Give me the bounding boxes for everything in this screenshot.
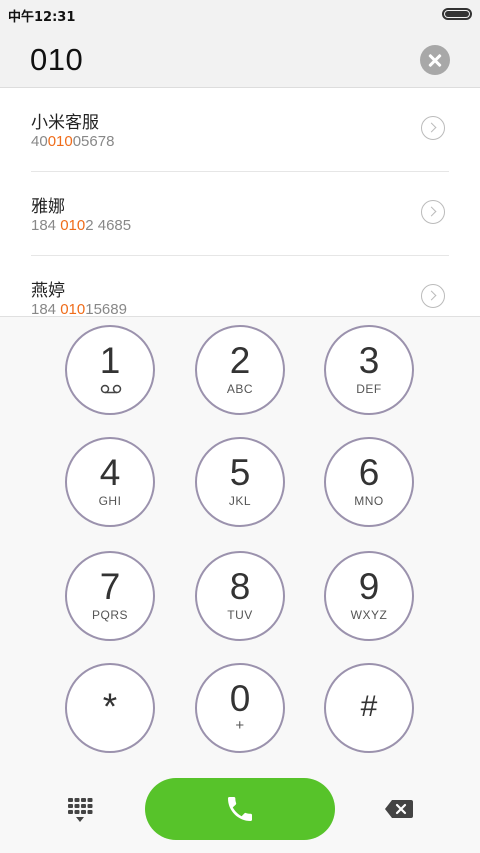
key-4[interactable]: 4 GHI <box>65 437 155 527</box>
key-letters: JKL <box>228 494 252 508</box>
match-highlight: 010 <box>60 301 86 316</box>
key-letters: WXYZ <box>350 608 388 622</box>
key-letters: DEF <box>356 382 382 396</box>
backspace-icon[interactable] <box>384 799 414 819</box>
dialed-number[interactable]: 010 <box>30 42 83 78</box>
contact-detail-chevron-icon[interactable] <box>421 116 445 140</box>
key-digit: 3 <box>358 340 380 381</box>
key-letters: PQRS <box>91 608 128 622</box>
key-letters: TUV <box>227 608 253 622</box>
key-8[interactable]: 8 TUV <box>195 551 285 641</box>
key-digit: 2 <box>229 340 251 381</box>
match-highlight: 010 <box>47 133 73 150</box>
contact-number: 184 0102 4685 <box>31 217 132 234</box>
key-letters: + <box>235 717 245 734</box>
phone-icon <box>228 797 252 821</box>
contact-detail-chevron-icon[interactable] <box>421 284 445 308</box>
key-0[interactable]: 0 + <box>195 663 285 753</box>
dial-input-bar: 010 <box>0 28 480 88</box>
contact-row[interactable]: 雅娜 184 0102 4685 <box>0 172 480 256</box>
clear-input-button[interactable] <box>420 45 450 75</box>
key-digit: 9 <box>358 566 380 607</box>
contact-name: 雅娜 <box>31 197 65 217</box>
key-letters: ABC <box>226 382 254 396</box>
match-highlight: 010 <box>60 217 86 234</box>
dialpad-icon[interactable] <box>66 796 94 824</box>
key-digit: 4 <box>99 452 121 493</box>
key-letters: MNO <box>354 494 384 508</box>
key-digit: 1 <box>99 340 121 381</box>
status-time: 中午12:31 <box>8 10 76 25</box>
contact-name: 燕婷 <box>31 281 65 301</box>
contact-name: 小米客服 <box>31 113 99 133</box>
contact-detail-chevron-icon[interactable] <box>421 200 445 224</box>
key-3[interactable]: 3 DEF <box>324 325 414 415</box>
key-digit: * <box>102 686 118 727</box>
contact-results-list: 小米客服 4001005678 雅娜 184 0102 4685 燕婷 184 … <box>0 88 480 316</box>
contact-number: 4001005678 <box>31 133 115 150</box>
key-2[interactable]: 2 ABC <box>195 325 285 415</box>
key-digit: 7 <box>99 566 121 607</box>
key-digit: 5 <box>229 452 251 493</box>
key-letters: GHI <box>98 494 122 508</box>
key-digit: 8 <box>229 566 251 607</box>
call-button[interactable] <box>145 778 335 840</box>
contact-row[interactable]: 燕婷 184 01015689 <box>0 256 480 316</box>
battery-icon <box>442 8 472 20</box>
key-hash[interactable]: # <box>324 663 414 753</box>
contact-number: 184 01015689 <box>31 301 127 316</box>
key-digit: 6 <box>358 452 380 493</box>
key-star[interactable]: * <box>65 663 155 753</box>
status-bar: 中午12:31 <box>0 0 480 28</box>
key-1[interactable]: 1 <box>65 325 155 415</box>
key-5[interactable]: 5 JKL <box>195 437 285 527</box>
voicemail-icon <box>100 384 122 394</box>
key-digit: # <box>360 690 378 723</box>
key-6[interactable]: 6 MNO <box>324 437 414 527</box>
contact-row[interactable]: 小米客服 4001005678 <box>0 88 480 172</box>
key-7[interactable]: 7 PQRS <box>65 551 155 641</box>
key-9[interactable]: 9 WXYZ <box>324 551 414 641</box>
key-digit: 0 <box>229 678 251 719</box>
